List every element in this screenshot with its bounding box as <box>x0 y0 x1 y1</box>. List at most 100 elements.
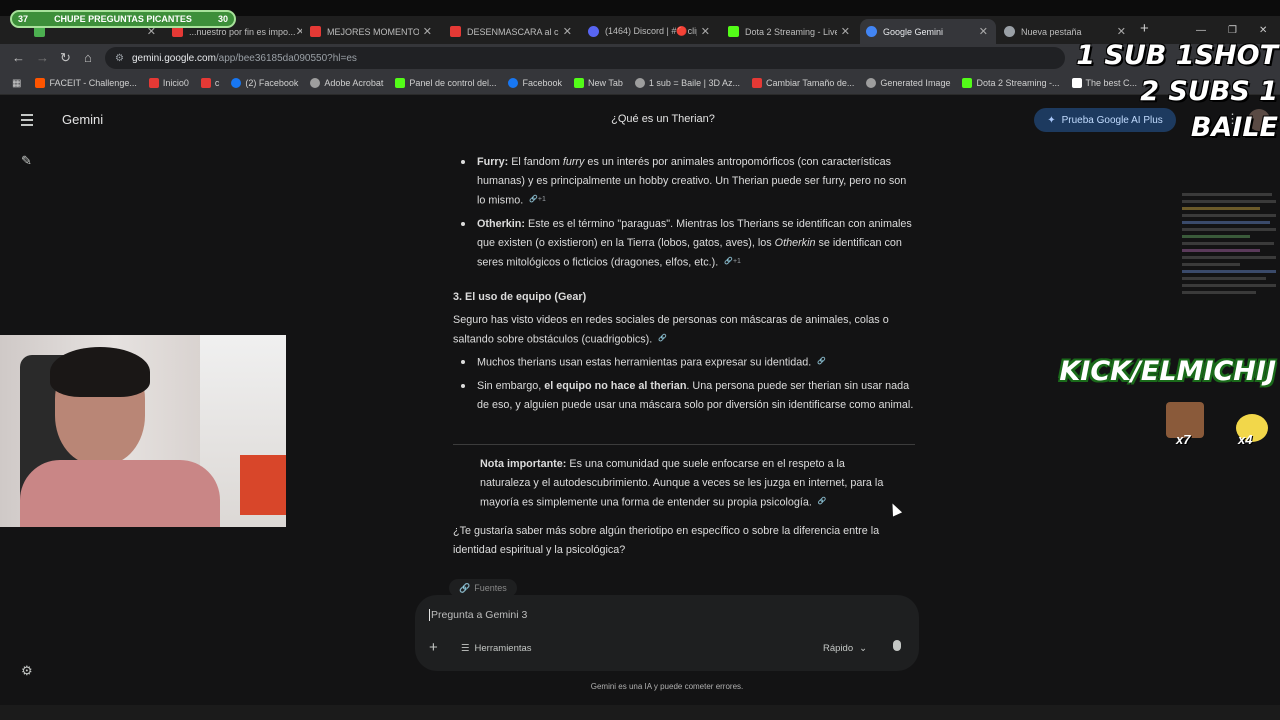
prompt-input[interactable]: Pregunta a Gemini 3 <box>429 609 901 621</box>
person-hair-image <box>50 347 150 397</box>
tab-4[interactable]: DESENMASCARA al culpa...✕ <box>444 19 580 44</box>
stream-banner: 37 CHUPE PREGUNTAS PICANTES 30 <box>10 10 236 28</box>
list-item: Furry: El fandom furry es un interés por… <box>461 153 917 210</box>
minimize-icon[interactable]: — <box>1196 25 1206 36</box>
bookmark[interactable]: Adobe Acrobat <box>310 78 383 88</box>
section-heading: 3. El uso de equipo (Gear) <box>453 291 587 303</box>
banner-right-number: 30 <box>217 14 228 24</box>
sub-goal-1: 1 SUB 1SHOT <box>1076 40 1278 71</box>
menu-icon[interactable] <box>21 114 33 126</box>
disclaimer: Gemini es una IA y puede cometer errores… <box>590 682 744 691</box>
apps-grid-icon[interactable]: ▦ <box>12 78 21 89</box>
window-close-icon[interactable]: ✕ <box>1259 25 1267 36</box>
paragraph: Seguro has visto videos en redes sociale… <box>453 311 903 349</box>
close-icon[interactable]: ✕ <box>296 25 302 38</box>
tab-3[interactable]: MEJORES MOMENTOS KI...✕ <box>304 19 440 44</box>
divider <box>453 444 915 445</box>
close-icon[interactable]: ✕ <box>979 25 996 38</box>
globe-icon <box>1004 26 1015 37</box>
bookmark[interactable]: (2) Facebook <box>231 78 298 88</box>
new-chat-icon[interactable]: ✎ <box>21 153 32 169</box>
close-icon[interactable]: ✕ <box>841 25 858 38</box>
globe-icon <box>310 78 321 88</box>
followup-question: ¿Te gustaría saber más sobre algún theri… <box>453 525 880 556</box>
webcam-overlay <box>0 335 286 527</box>
youtube-icon <box>310 26 321 37</box>
back-icon[interactable]: ← <box>12 50 25 65</box>
facebook-icon <box>508 78 519 88</box>
link-icon: 🔗 <box>658 334 667 342</box>
partial-heading-remnant <box>543 136 693 140</box>
add-icon[interactable]: + <box>429 639 438 656</box>
tab-5[interactable]: (1464) Discord | #🔴clips...✕ <box>582 19 718 44</box>
kick-icon <box>574 78 585 88</box>
bookmark[interactable]: New Tab <box>574 78 623 88</box>
citation-chip[interactable]: 🔗+1 <box>526 191 549 210</box>
gemini-icon <box>866 26 877 37</box>
bookmark-icon <box>200 78 211 88</box>
bookmark[interactable]: Facebook <box>508 78 562 88</box>
link-icon: 🔗 <box>529 195 538 203</box>
banner-left-number: 37 <box>18 14 29 24</box>
chat-overlay <box>1176 190 1280 330</box>
bookmark[interactable]: Inicio0 <box>148 78 189 88</box>
youtube-icon <box>450 26 461 37</box>
note-label: Nota importante: <box>480 458 567 470</box>
bookmark[interactable]: Dota 2 Streaming -... <box>962 78 1060 88</box>
app-title[interactable]: Gemini <box>62 112 103 127</box>
tools-button[interactable]: ☰ Herramientas <box>461 643 532 654</box>
kick-icon <box>962 78 973 88</box>
tune-icon: ☰ <box>461 643 470 654</box>
site-info-icon[interactable]: ⚙ <box>115 53 124 64</box>
sub-goal-2: 2 SUBS 1 BAILE <box>1140 76 1278 143</box>
tab-gemini[interactable]: Google Gemini ✕ <box>860 19 996 44</box>
channel-name: KICK/ELMICHIJ <box>1059 356 1276 387</box>
close-icon[interactable]: ✕ <box>563 25 580 38</box>
bookmark[interactable]: 1 sub = Baile | 3D Az... <box>634 78 740 88</box>
conversation-title: ¿Qué es un Therian? <box>611 113 715 125</box>
citation-chip[interactable]: 🔗 <box>815 493 830 512</box>
reload-icon[interactable]: ↻ <box>60 50 71 66</box>
kick-icon <box>395 78 406 88</box>
bookmark[interactable]: Generated Image <box>866 78 950 88</box>
discord-icon <box>588 26 599 37</box>
close-icon[interactable]: ✕ <box>701 25 718 38</box>
globe-icon <box>634 78 645 88</box>
bookmark[interactable]: Panel de control del... <box>395 78 496 88</box>
home-icon[interactable]: ⌂ <box>84 50 92 65</box>
person-shirt-image <box>20 460 220 527</box>
bookmark[interactable]: Cambiar Tamaño de... <box>752 78 854 88</box>
bookmark-icon <box>148 78 159 88</box>
note-block: Nota importante: Es una comunidad que su… <box>480 455 890 512</box>
citation-chip[interactable]: 🔗 <box>814 353 829 372</box>
list-item: Muchos therians usan estas herramientas … <box>461 353 917 372</box>
bottom-edge <box>0 705 1280 720</box>
youtube-icon <box>752 78 763 88</box>
citation-chip[interactable]: 🔗+1 <box>721 253 744 272</box>
banner-text: CHUPE PREGUNTAS PICANTES <box>54 14 192 24</box>
emote-1-count: x7 <box>1176 432 1191 447</box>
bookmark[interactable]: FACEIT - Challenge... <box>35 78 137 88</box>
sub-goal-text: 1 SUB 1SHOT 2 SUBS 1 BAILE <box>1052 38 1278 146</box>
citation-chip[interactable]: 🔗 <box>655 330 670 349</box>
emote-2-count: x4 <box>1238 432 1253 447</box>
url-field[interactable]: ⚙ gemini.google.com/app/bee36185da090550… <box>105 47 1065 69</box>
maximize-icon[interactable]: ❐ <box>1228 25 1237 36</box>
tab-6[interactable]: Dota 2 Streaming - Live S...✕ <box>722 19 858 44</box>
link-icon: 🔗 <box>724 257 733 265</box>
forward-icon[interactable]: → <box>36 50 49 65</box>
bookmark[interactable]: c <box>200 78 219 88</box>
close-icon[interactable]: ✕ <box>1117 25 1134 38</box>
kick-icon <box>728 26 739 37</box>
link-icon: 🔗 <box>817 497 827 505</box>
url-host: gemini.google.com <box>131 52 216 64</box>
list-item: Sin embargo, el equipo no hace al theria… <box>461 377 917 415</box>
model-selector[interactable]: Rápido ⌄ <box>823 643 867 654</box>
list-item: Otherkin: Este es el término "paraguas".… <box>461 215 917 272</box>
microphone-icon[interactable] <box>893 640 901 651</box>
settings-icon[interactable]: ⚙ <box>21 663 33 679</box>
link-icon: 🔗 <box>817 358 827 365</box>
new-tab-button[interactable]: + <box>1140 20 1149 37</box>
close-icon[interactable]: ✕ <box>423 25 440 38</box>
furry-label: Furry: <box>477 156 509 168</box>
